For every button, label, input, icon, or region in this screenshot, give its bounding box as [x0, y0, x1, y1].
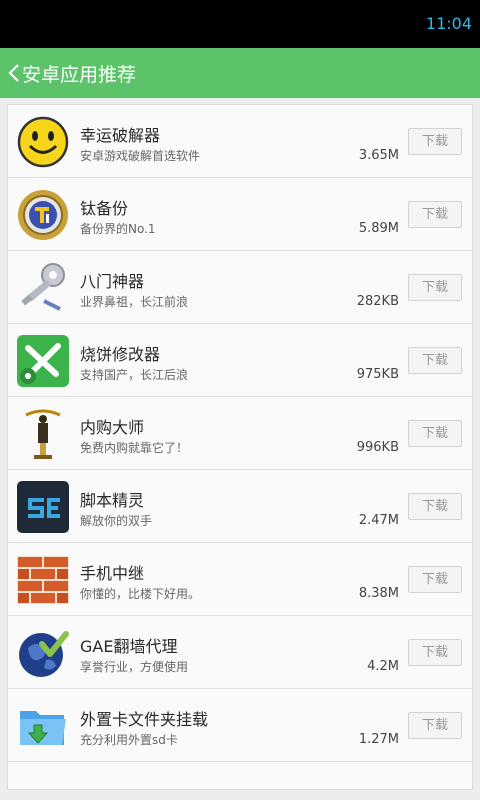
app-size: 8.38M: [358, 586, 399, 601]
list-item[interactable]: 八门神器 业界鼻祖，长江前浪 282KB 下载: [8, 251, 472, 324]
app-size: 282KB: [356, 294, 399, 309]
download-button[interactable]: 下载: [408, 639, 462, 666]
app-desc: 支持国产，长江后浪: [80, 368, 189, 382]
app-name: GAE翻墙代理: [80, 637, 178, 656]
app-size: 975KB: [356, 367, 399, 382]
list-item[interactable]: GAE翻墙代理 享誉行业，方便使用 4.2M 下载: [8, 616, 472, 689]
app-name: 八门神器: [80, 272, 145, 291]
app-name: 脚本精灵: [80, 491, 145, 510]
app-size: 996KB: [356, 440, 399, 455]
download-button[interactable]: 下载: [408, 274, 462, 301]
app-desc: 业界鼻祖，长江前浪: [80, 295, 189, 309]
list-item[interactable]: 手机中继 你懂的，比楼下好用。 8.38M 下载: [8, 543, 472, 616]
status-bar: 11:04: [0, 0, 480, 48]
download-button[interactable]: 下载: [408, 420, 462, 447]
app-desc: 安卓游戏破解首选软件: [80, 149, 201, 163]
list-item[interactable]: 幸运破解器 安卓游戏破解首选软件 3.65M 下载: [8, 105, 472, 178]
download-button[interactable]: 下载: [408, 201, 462, 228]
lucky-patcher-smiley-icon: [17, 116, 69, 168]
app-desc: 你懂的，比楼下好用。: [80, 587, 201, 601]
list-item[interactable]: 外置卡文件夹挂载 充分利用外置sd卡 1.27M 下载: [8, 689, 472, 762]
app-desc: 充分利用外置sd卡: [80, 733, 178, 747]
globe-check-icon: [19, 631, 69, 677]
app-name: 手机中继: [80, 564, 145, 583]
app-desc: 免费内购就靠它了！: [80, 441, 189, 455]
key-wrench-icon: [21, 263, 65, 311]
app-desc: 备份界的No.1: [80, 222, 156, 236]
titanium-backup-icon: [18, 190, 68, 240]
status-clock: 11:04: [425, 14, 472, 33]
app-list: 幸运破解器 安卓游戏破解首选软件 3.65M 下载 钛备份 备份界的No.1 5…: [7, 104, 473, 790]
download-button[interactable]: 下载: [408, 566, 462, 593]
download-button[interactable]: 下载: [408, 128, 462, 155]
app-name: 烧饼修改器: [80, 345, 161, 364]
list-item[interactable]: 钛备份 备份界的No.1 5.89M 下载: [8, 178, 472, 251]
app-desc: 享誉行业，方便使用: [80, 660, 189, 674]
app-size: 2.47M: [358, 513, 399, 528]
app-size: 5.89M: [358, 221, 399, 236]
app-name: 钛备份: [80, 199, 129, 218]
download-button[interactable]: 下载: [408, 712, 462, 739]
download-button[interactable]: 下载: [408, 347, 462, 374]
brick-wall-icon: [17, 556, 69, 604]
app-desc: 解放你的双手: [80, 514, 153, 528]
list-item[interactable]: 烧饼修改器 支持国产，长江后浪 975KB 下载: [8, 324, 472, 397]
app-size: 1.27M: [358, 732, 399, 747]
app-size: 3.65M: [358, 148, 399, 163]
app-name: 外置卡文件夹挂载: [80, 710, 209, 729]
statue-icon: [25, 409, 61, 459]
wrench-gear-icon: [17, 335, 69, 387]
app-name: 内购大师: [80, 418, 145, 437]
download-button[interactable]: 下载: [408, 493, 462, 520]
page-title: 安卓应用推荐: [22, 64, 137, 86]
list-item[interactable]: 内购大师 免费内购就靠它了！ 996KB 下载: [8, 397, 472, 470]
app-name: 幸运破解器: [80, 126, 161, 145]
app-header: 安卓应用推荐: [0, 48, 480, 98]
app-size: 4.2M: [367, 659, 399, 674]
list-item[interactable]: 脚本精灵 解放你的双手 2.47M 下载: [8, 470, 472, 543]
folder-download-icon: [20, 711, 66, 745]
script-se-icon: [17, 481, 69, 533]
